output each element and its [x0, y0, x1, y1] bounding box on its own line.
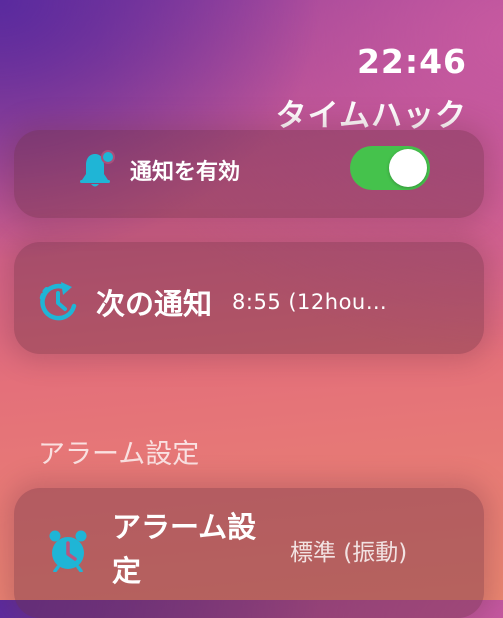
- alarm-section-header: アラーム設定: [38, 439, 200, 470]
- next-notification-row[interactable]: 次の通知 8:55 (12hou…: [34, 278, 474, 326]
- alarm-settings-value: 標準 (振動): [290, 540, 408, 566]
- notify-toggle[interactable]: [350, 146, 430, 190]
- next-notification-label: 次の通知: [96, 287, 213, 321]
- bell-icon: [78, 150, 116, 190]
- status-time: 22:46: [356, 42, 467, 81]
- app-title: タイムハック: [275, 98, 467, 134]
- next-notification-value: 8:55 (12hou…: [232, 290, 388, 314]
- clock-history-icon: [34, 278, 82, 326]
- notify-row[interactable]: 通知を有効: [78, 150, 240, 190]
- alarm-settings-label: アラーム設定: [112, 510, 257, 588]
- alarm-clock-icon: [48, 528, 88, 572]
- toggle-knob: [389, 149, 427, 187]
- notify-label: 通知を有効: [130, 160, 241, 185]
